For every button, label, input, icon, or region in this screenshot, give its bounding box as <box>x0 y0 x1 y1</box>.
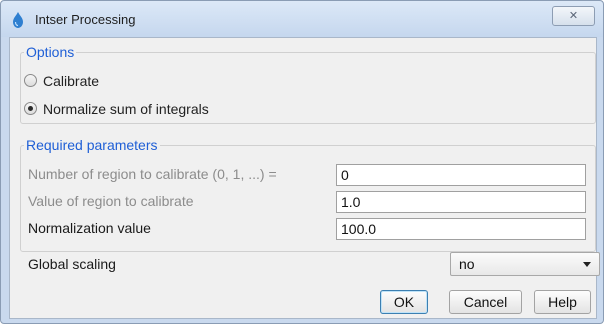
region-number-label: Number of region to calibrate (0, 1, ...… <box>28 166 277 182</box>
global-scaling-label: Global scaling <box>28 256 116 272</box>
close-icon: ✕ <box>568 10 579 22</box>
region-value-label: Value of region to calibrate <box>28 193 194 209</box>
app-icon <box>13 12 23 28</box>
radio-normalize-sum-label: Normalize sum of integrals <box>43 101 209 117</box>
global-scaling-select[interactable]: no <box>450 252 600 276</box>
close-button[interactable]: ✕ <box>552 6 595 26</box>
radio-calibrate-indicator[interactable] <box>24 74 37 87</box>
global-scaling-value: no <box>459 256 475 272</box>
dialog-client-area: Options Calibrate Normalize sum of integ… <box>9 37 600 319</box>
window-title: Intser Processing <box>35 12 136 27</box>
chevron-down-icon <box>583 262 591 267</box>
cancel-button[interactable]: Cancel <box>449 290 522 314</box>
dialog-window: Intser Processing ✕ Options Calibrate No… <box>0 0 604 324</box>
radio-normalize-sum-indicator[interactable] <box>24 102 37 115</box>
radio-normalize-sum[interactable]: Normalize sum of integrals <box>24 101 209 117</box>
title-bar[interactable]: Intser Processing ✕ <box>1 1 603 37</box>
radio-calibrate-label: Calibrate <box>43 73 100 89</box>
options-legend: Options <box>26 44 75 60</box>
help-button[interactable]: Help <box>534 290 591 314</box>
normalization-value-field[interactable]: 100.0 <box>336 218 586 240</box>
region-value-field[interactable]: 1.0 <box>336 191 586 213</box>
ok-button[interactable]: OK <box>380 290 428 314</box>
region-number-field[interactable]: 0 <box>336 164 586 186</box>
radio-calibrate[interactable]: Calibrate <box>24 73 99 89</box>
normalization-value-label: Normalization value <box>28 220 151 236</box>
required-parameters-legend: Required parameters <box>26 137 158 153</box>
